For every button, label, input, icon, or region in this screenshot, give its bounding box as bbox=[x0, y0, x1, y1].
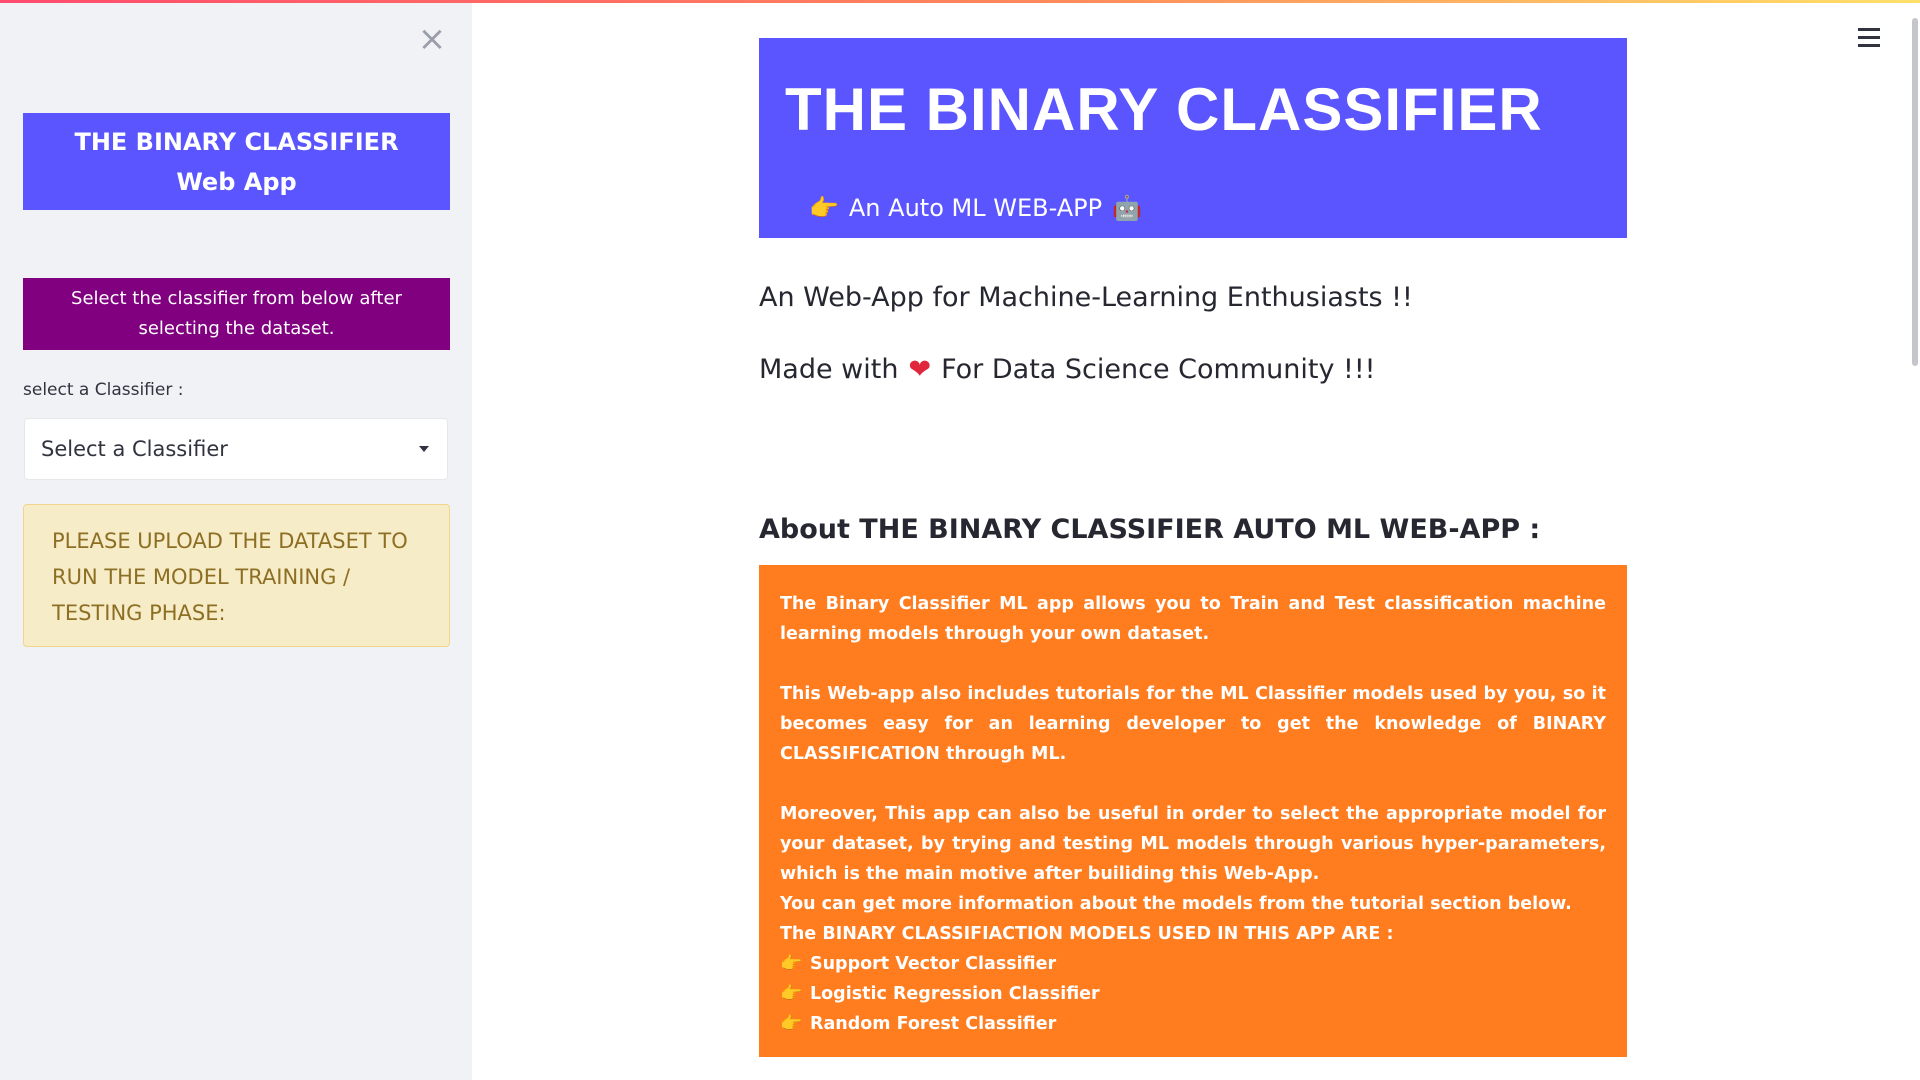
list-item: 👉 Support Vector Classifier bbox=[780, 949, 1606, 979]
intro-line-1: An Web-App for Machine-Learning Enthusia… bbox=[759, 282, 1413, 313]
sidebar-instruction-note: Select the classifier from below after s… bbox=[23, 278, 450, 350]
about-section-box: The Binary Classifier ML app allows you … bbox=[759, 565, 1627, 1057]
pointing-hand-icon: 👉 bbox=[780, 983, 803, 1004]
about-paragraph-1: The Binary Classifier ML app allows you … bbox=[780, 594, 1606, 644]
robot-face-icon: 🤖 bbox=[1112, 194, 1142, 222]
about-section-title: About THE BINARY CLASSIFIER AUTO ML WEB-… bbox=[759, 514, 1541, 545]
scrollbar-thumb[interactable] bbox=[1912, 18, 1918, 366]
hero-subtitle: An Auto ML WEB-APP bbox=[848, 194, 1103, 222]
model-name: Support Vector Classifier bbox=[810, 954, 1057, 974]
heart-icon: ❤ bbox=[908, 354, 932, 385]
sidebar-title-line2: Web App bbox=[176, 167, 297, 196]
model-name: Random Forest Classifier bbox=[810, 1014, 1057, 1034]
hero-banner: THE BINARY CLASSIFIER 👉 An Auto ML WEB-A… bbox=[759, 38, 1627, 238]
list-item: 👉 Logistic Regression Classifier bbox=[780, 979, 1606, 1009]
list-item: 👉 Random Forest Classifier bbox=[780, 1009, 1606, 1039]
classifier-select-value: Select a Classifier bbox=[41, 437, 228, 461]
classifier-select[interactable]: Select a Classifier bbox=[24, 418, 448, 480]
pointing-hand-icon: 👉 bbox=[809, 194, 839, 222]
about-paragraph-4: You can get more information about the m… bbox=[780, 894, 1572, 914]
intro-line-2: Made with ❤ For Data Science Community !… bbox=[759, 354, 1375, 385]
pointing-hand-icon: 👉 bbox=[780, 953, 803, 974]
model-name: Logistic Regression Classifier bbox=[810, 984, 1100, 1004]
chevron-down-icon bbox=[419, 446, 429, 452]
close-icon: × bbox=[417, 19, 447, 59]
sidebar-title-banner: THE BINARY CLASSIFIER Web App bbox=[23, 113, 450, 210]
intro-made-with: Made with bbox=[759, 354, 899, 385]
close-sidebar-button[interactable]: × bbox=[415, 22, 449, 56]
sidebar: × THE BINARY CLASSIFIER Web App Select t… bbox=[0, 0, 472, 1080]
hamburger-menu-icon[interactable] bbox=[1858, 28, 1880, 48]
about-paragraph-2: This Web-app also includes tutorials for… bbox=[780, 684, 1606, 764]
intro-community: For Data Science Community !!! bbox=[941, 354, 1376, 385]
classifier-select-label: select a Classifier : bbox=[23, 380, 184, 400]
upload-warning-box: PLEASE UPLOAD THE DATASET TO RUN THE MOD… bbox=[23, 504, 450, 647]
top-decoration-bar bbox=[0, 0, 1920, 3]
hero-subtitle-row: 👉 An Auto ML WEB-APP 🤖 bbox=[809, 194, 1142, 222]
models-list-title: The BINARY CLASSIFIACTION MODELS USED IN… bbox=[780, 924, 1394, 944]
pointing-hand-icon: 👉 bbox=[780, 1013, 803, 1034]
about-paragraph-3: Moreover, This app can also be useful in… bbox=[780, 804, 1606, 884]
page-title: THE BINARY CLASSIFIER bbox=[785, 76, 1543, 143]
sidebar-title-line1: THE BINARY CLASSIFIER bbox=[74, 127, 399, 156]
